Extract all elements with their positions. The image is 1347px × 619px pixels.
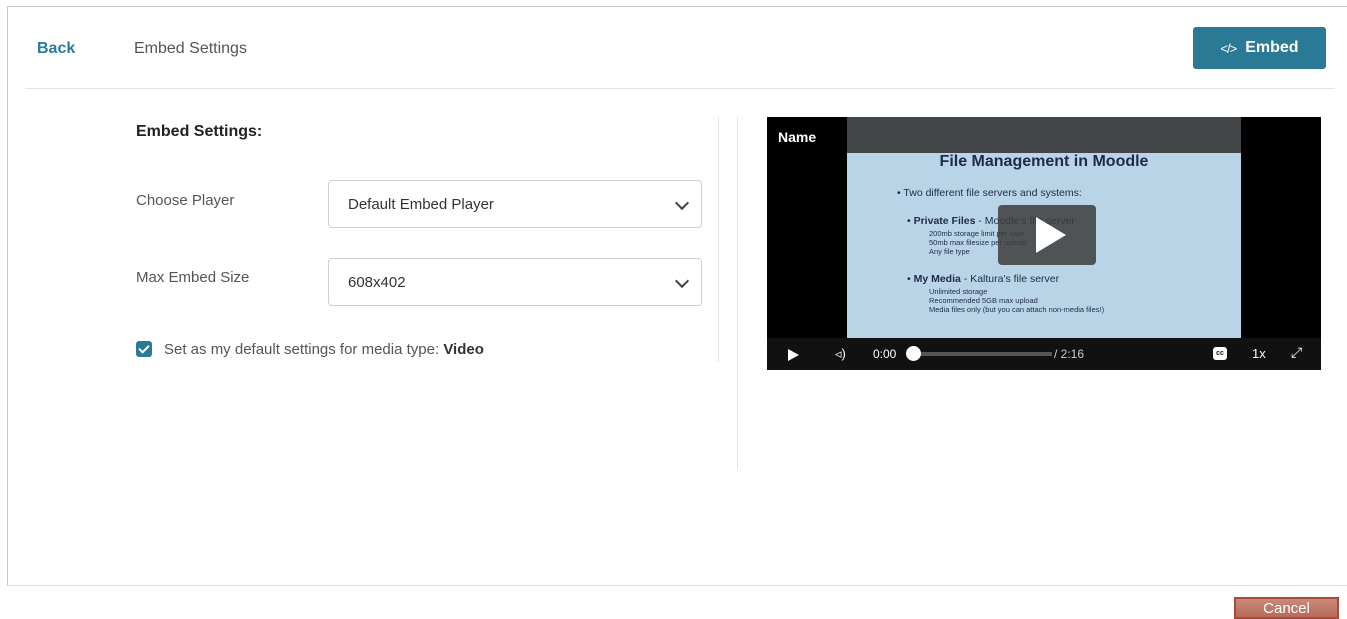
- cc-icon[interactable]: cc: [1213, 347, 1227, 360]
- embed-settings-panel: Back Embed Settings </> Embed Embed Sett…: [7, 6, 1347, 586]
- duration: / 2:16: [1054, 347, 1085, 361]
- choose-player-label: Choose Player: [136, 192, 235, 209]
- player-controls: ◃) 0:00 / 2:16 cc 1x ⤢: [767, 338, 1321, 370]
- media-type-value: Video: [443, 341, 484, 358]
- max-embed-size-value: 608x402: [348, 273, 406, 291]
- cancel-button[interactable]: Cancel: [1234, 597, 1339, 619]
- slide-bullet: • My Media - Kaltura's file server: [907, 273, 1060, 285]
- volume-icon[interactable]: ◃): [835, 346, 846, 362]
- top-divider: [25, 88, 1335, 89]
- default-settings-label: Set as my default settings for media typ…: [164, 341, 484, 358]
- embed-button[interactable]: </> Embed: [1193, 27, 1326, 69]
- choose-player-select[interactable]: Default Embed Player: [328, 180, 702, 228]
- max-embed-size-select[interactable]: 608x402: [328, 258, 702, 306]
- slide-bullet-bold: Private Files: [913, 215, 976, 227]
- default-settings-text: Set as my default settings for media typ…: [164, 341, 444, 358]
- slide-sub-bullet: Recommended 5GB max upload: [929, 296, 1038, 305]
- playback-speed[interactable]: 1x: [1252, 346, 1266, 361]
- progress-handle[interactable]: [906, 346, 921, 361]
- default-settings-checkbox[interactable]: [136, 341, 152, 357]
- slide-sub-bullet: Unlimited storage: [929, 287, 988, 296]
- settings-heading: Embed Settings:: [136, 123, 263, 140]
- slide-bullet: • Two different file servers and systems…: [897, 187, 1082, 199]
- slide-sub-bullet: Any file type: [929, 247, 970, 256]
- embed-button-label: Embed: [1245, 39, 1299, 56]
- slide-sub-bullet: Media files only (but you can attach non…: [929, 305, 1105, 314]
- current-time: 0:00: [873, 347, 897, 361]
- back-link[interactable]: Back: [37, 40, 75, 58]
- column-divider: [737, 117, 738, 469]
- slide-bullet-text: - Kaltura's file server: [960, 273, 1060, 285]
- play-overlay-button[interactable]: [998, 205, 1096, 265]
- progress-track[interactable]: [914, 352, 1052, 356]
- fullscreen-icon[interactable]: ⤢: [1291, 344, 1302, 361]
- slide-header-bar: [847, 117, 1241, 153]
- code-icon: </>: [1220, 40, 1237, 56]
- slide-title: File Management in Moodle: [939, 153, 1149, 170]
- chevron-down-icon: [674, 195, 690, 211]
- video-name: Name: [778, 129, 817, 145]
- choose-player-value: Default Embed Player: [348, 195, 494, 213]
- top-bar: Back Embed Settings </> Embed: [8, 7, 1347, 89]
- slide-bullet-bold: My Media: [913, 273, 961, 285]
- video-player[interactable]: File Management in Moodle • Two differen…: [767, 117, 1321, 370]
- column-divider: [718, 117, 719, 362]
- max-embed-size-label: Max Embed Size: [136, 269, 250, 286]
- page-title: Embed Settings: [134, 40, 247, 57]
- play-icon[interactable]: [788, 349, 799, 361]
- chevron-down-icon: [674, 273, 690, 289]
